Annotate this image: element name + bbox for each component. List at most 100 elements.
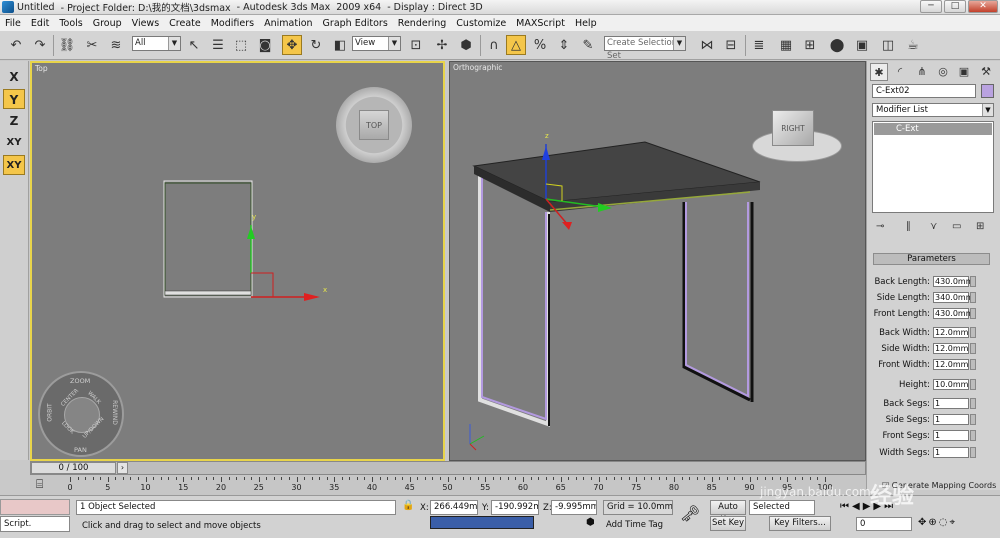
axis-y-button[interactable]: Y	[3, 89, 25, 109]
param-spinner[interactable]	[970, 327, 976, 338]
param-spinner[interactable]	[970, 414, 976, 425]
parameters-rollout-header[interactable]: Parameters	[873, 253, 990, 265]
maximize-button[interactable]: □	[944, 0, 966, 13]
menu-file[interactable]: File	[0, 18, 26, 29]
menu-customize[interactable]: Customize	[451, 18, 511, 29]
current-frame-field[interactable]: 0	[856, 517, 912, 531]
display-tab-icon[interactable]: ▣	[955, 63, 973, 81]
maxscript-mini-listener[interactable]: Script.	[0, 516, 70, 532]
viewport-orthographic[interactable]: Orthographic z RIGHT	[449, 61, 866, 461]
named-selection-dropdown[interactable]: Create Selection Set ▼	[604, 36, 686, 61]
param-spinner[interactable]	[970, 292, 976, 303]
percent-snap-icon[interactable]: %	[530, 35, 550, 55]
wheel-rewind[interactable]: REWIND	[111, 400, 118, 425]
selection-filter-dropdown[interactable]: All ▼	[132, 36, 181, 51]
layer-manager-icon[interactable]: ≣	[749, 35, 769, 55]
utilities-tab-icon[interactable]: ⚒	[977, 63, 995, 81]
timeline-ruler[interactable]: 0 5 10 15 20 25 30 35 40 45 50 55 60 65 70 75 80 85 90 95 10…	[30, 475, 866, 495]
move-gizmo-top[interactable]	[247, 225, 320, 301]
param-spinner[interactable]	[970, 359, 976, 370]
mirror-icon[interactable]: ⋈	[697, 35, 717, 55]
close-button[interactable]: ✕	[968, 0, 998, 13]
material-editor-icon[interactable]: ⬤	[827, 35, 847, 55]
menu-graph-editors[interactable]: Graph Editors	[318, 18, 393, 29]
param-value-field[interactable]: 430.0mm	[933, 276, 974, 287]
param-spinner[interactable]	[970, 379, 976, 390]
hierarchy-tab-icon[interactable]: ⋔	[913, 63, 931, 81]
spinner-snap-icon[interactable]: ⇕	[554, 35, 574, 55]
param-value-field[interactable]: 1	[933, 430, 969, 441]
axis-z-button[interactable]: Z	[3, 111, 25, 131]
schematic-view-icon[interactable]: ⊞	[800, 35, 820, 55]
menu-tools[interactable]: Tools	[54, 18, 87, 29]
render-setup-icon[interactable]: ▣	[852, 35, 872, 55]
pivot-center-icon[interactable]: ⊡	[406, 35, 426, 55]
unlink-icon[interactable]: ✂	[82, 35, 102, 55]
param-value-field[interactable]: 12.0mm	[933, 359, 969, 370]
viewport-top[interactable]: Top y x TOP ZOOM ORBIT CENTER WALK REWIN…	[30, 61, 445, 461]
window-crossing-icon[interactable]: ◙	[255, 35, 275, 55]
modify-tab-icon[interactable]: ◜	[891, 63, 909, 81]
param-spinner[interactable]	[970, 276, 976, 287]
z-coord-field[interactable]: -9.995mm	[551, 500, 597, 515]
snap-toggle-icon[interactable]: ∩	[484, 35, 504, 55]
viewcube-top-face[interactable]: TOP	[359, 110, 389, 140]
menu-views[interactable]: Views	[127, 18, 165, 29]
viewport-navigation-controls[interactable]: ✥⊕◌⌖	[918, 517, 998, 531]
menu-create[interactable]: Create	[164, 18, 206, 29]
viewcube-ring[interactable]: TOP	[336, 87, 412, 163]
select-rotate-icon[interactable]: ↻	[306, 35, 326, 55]
object-color-swatch[interactable]	[981, 84, 994, 98]
wheel-zoom[interactable]: ZOOM	[70, 377, 90, 385]
object-name-field[interactable]: C-Ext02	[872, 84, 976, 98]
select-scale-icon[interactable]: ◧	[330, 35, 350, 55]
param-value-field[interactable]: 1	[933, 398, 969, 409]
create-tab-icon[interactable]: ✱	[870, 63, 888, 81]
key-filters-button[interactable]: Key Filters...	[769, 516, 831, 531]
maxscript-listener-pink[interactable]	[0, 499, 70, 515]
menu-rendering[interactable]: Rendering	[393, 18, 452, 29]
param-value-field[interactable]: 12.0mm	[933, 343, 969, 354]
angle-snap-icon[interactable]: △	[506, 35, 526, 55]
stack-item[interactable]: C-Ext	[874, 123, 992, 135]
param-spinner[interactable]	[970, 430, 976, 441]
param-value-field[interactable]: 10.0mm	[933, 379, 969, 390]
keyboard-shortcut-icon[interactable]: ⬢	[456, 35, 476, 55]
menu-help[interactable]: Help	[570, 18, 602, 29]
bind-space-warp-icon[interactable]: ≋	[106, 35, 126, 55]
make-unique-icon[interactable]: ⋎	[930, 221, 937, 232]
menu-edit[interactable]: Edit	[26, 18, 54, 29]
wheel-orbit[interactable]: ORBIT	[47, 403, 54, 421]
steering-wheel[interactable]: ZOOM ORBIT CENTER WALK REWIND LOOK UP/DO…	[38, 371, 124, 457]
param-spinner[interactable]	[970, 343, 976, 354]
c-ext-object-top[interactable]	[163, 180, 253, 298]
manipulate-icon[interactable]: ✢	[432, 35, 452, 55]
auto-key-button[interactable]: Auto Key	[710, 500, 746, 525]
undo-icon[interactable]: ↶	[6, 35, 26, 55]
edit-named-sel-icon[interactable]: ✎	[578, 35, 598, 55]
rect-selection-icon[interactable]: ⬚	[231, 35, 251, 55]
show-end-result-icon[interactable]: ∥	[906, 221, 911, 232]
time-tag-icon[interactable]: ⬢	[586, 517, 600, 531]
set-key-mode-icon[interactable]: 🗝	[680, 504, 700, 523]
select-move-icon[interactable]: ✥	[282, 35, 302, 55]
y-coord-field[interactable]: -190.992mm	[491, 500, 539, 515]
selection-lock-icon[interactable]: 🔒	[402, 500, 416, 514]
axis-x-button[interactable]: X	[3, 67, 25, 87]
menu-group[interactable]: Group	[88, 18, 127, 29]
table-object[interactable]	[472, 141, 761, 427]
pin-stack-icon[interactable]: ⊸	[876, 221, 884, 232]
render-frame-icon[interactable]: ◫	[878, 35, 898, 55]
set-key-button[interactable]: Set Key	[710, 516, 746, 531]
param-spinner[interactable]	[970, 398, 976, 409]
param-spinner[interactable]	[970, 308, 976, 319]
align-icon[interactable]: ⊟	[721, 35, 741, 55]
select-object-icon[interactable]: ↖	[184, 35, 204, 55]
render-teapot-icon[interactable]: ☕	[903, 35, 923, 55]
param-value-field[interactable]: 1	[933, 414, 969, 425]
add-time-tag[interactable]: Add Time Tag	[606, 520, 663, 530]
modifier-list-dropdown[interactable]: Modifier List ▼	[872, 103, 994, 117]
wheel-pan[interactable]: PAN	[74, 446, 87, 454]
menu-modifiers[interactable]: Modifiers	[206, 18, 259, 29]
axis-xy-flyout-button[interactable]: XY	[3, 155, 25, 175]
